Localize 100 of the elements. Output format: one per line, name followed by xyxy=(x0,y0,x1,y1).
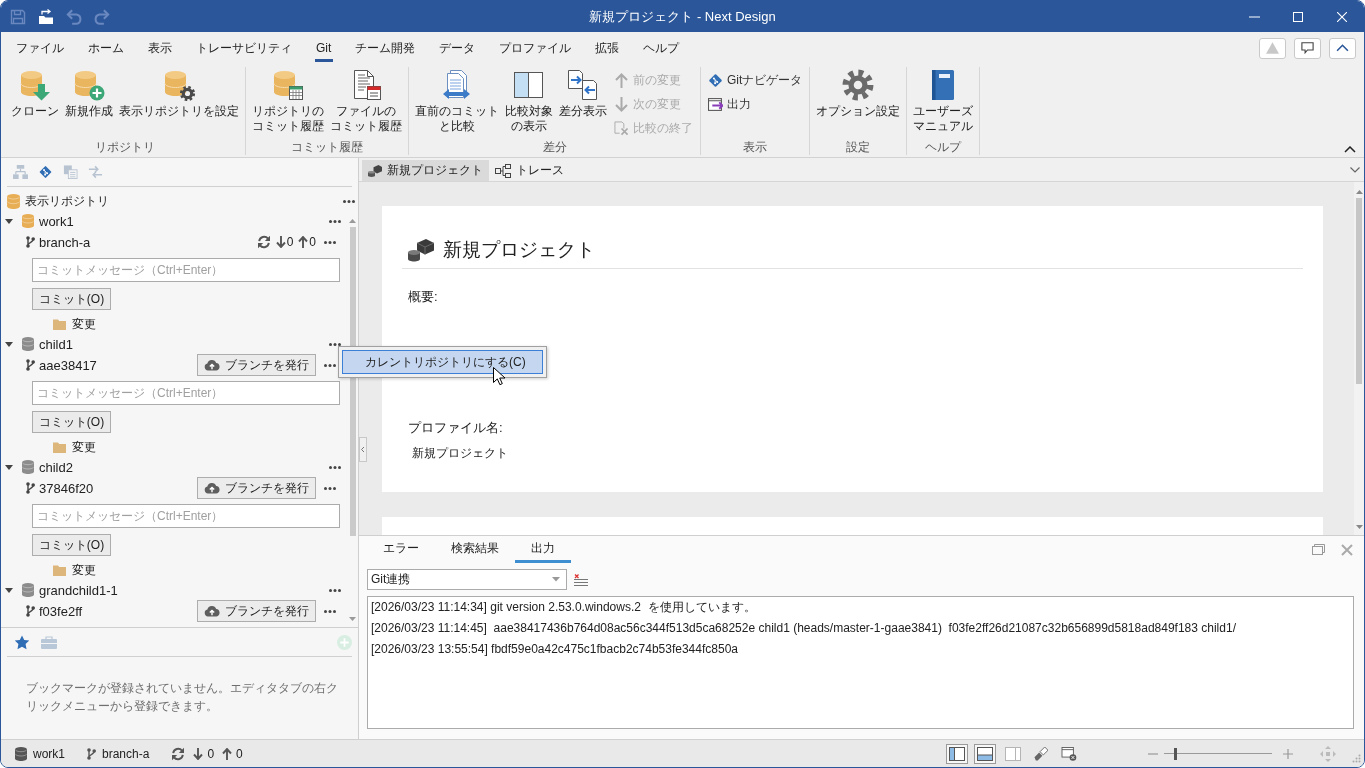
window-title: 新規プロジェクト - Next Design xyxy=(589,7,776,26)
log-line: [2026/03/23 11:14:34] git version 2.53.0.windows.2 を使用しています。 xyxy=(371,599,757,616)
commit-button[interactable]: コミット(O) xyxy=(32,288,111,310)
arrow-down-icon xyxy=(193,747,204,760)
publish-branch-button[interactable]: ブランチを発行 xyxy=(197,477,316,499)
resize-grip-icon[interactable] xyxy=(1352,754,1361,763)
scrollbar-thumb[interactable] xyxy=(1356,198,1362,384)
ribbon-button[interactable]: リポジトリのコミット履歴 xyxy=(249,67,327,134)
arrow-down-icon xyxy=(614,96,629,112)
panel-tab[interactable]: 検索結果 xyxy=(435,536,515,563)
zoom-slider-thumb[interactable] xyxy=(1173,747,1177,760)
arrow-down-icon xyxy=(275,236,286,248)
split-pane-icon xyxy=(513,69,545,101)
scroll-up-icon[interactable] xyxy=(349,219,356,223)
more-icon[interactable] xyxy=(329,219,341,223)
field-label: プロファイル名: xyxy=(408,419,504,436)
log-line: [2026/03/23 13:55:54] fbdf59e0a42c475c1fbacb2c74b53fe344fc850a xyxy=(371,641,739,658)
sync-icon[interactable] xyxy=(171,746,186,761)
menu-tab[interactable]: ホーム xyxy=(76,32,136,64)
commit-button[interactable]: コミット(O) xyxy=(32,411,111,433)
changes-node[interactable]: 変更 xyxy=(72,315,96,333)
commit-message-field[interactable]: コミットメッセージ（Ctrl+Enter） xyxy=(32,504,340,528)
feedback-button[interactable] xyxy=(1294,37,1321,59)
left-pane-layout-icon xyxy=(949,746,965,761)
panel-tab[interactable]: 出力 xyxy=(515,536,571,563)
repository-name[interactable]: work1 xyxy=(39,213,74,229)
scrollbar-thumb[interactable] xyxy=(349,227,356,536)
behind-count: 0 xyxy=(286,235,294,249)
commit-message-field[interactable]: コミットメッセージ（Ctrl+Enter） xyxy=(32,381,340,405)
changes-node[interactable]: 変更 xyxy=(72,438,96,456)
panel-tab[interactable]: エラー xyxy=(367,536,435,563)
branch-icon xyxy=(26,359,35,371)
more-icon[interactable] xyxy=(324,609,336,613)
branch-icon xyxy=(26,482,35,494)
ribbon-button[interactable]: クローン xyxy=(8,67,62,119)
commit-button[interactable]: コミット(O) xyxy=(32,534,111,556)
ribbon-button[interactable]: ファイルのコミット履歴 xyxy=(327,67,405,134)
restore-icon[interactable] xyxy=(1312,544,1325,555)
repository-name[interactable]: child1 xyxy=(39,336,73,352)
menu-tab[interactable]: ファイル xyxy=(4,32,76,64)
chevron-down-icon[interactable] xyxy=(1350,167,1360,173)
menu-tab[interactable]: Git xyxy=(304,32,344,64)
repository-name[interactable]: grandchild1-1 xyxy=(39,582,118,598)
maximize-icon[interactable] xyxy=(1293,11,1303,22)
expand-caret-icon[interactable] xyxy=(5,218,13,224)
ribbon-button[interactable]: オプション設定 xyxy=(813,67,904,119)
ribbon-button[interactable]: Gitナビゲータ xyxy=(704,68,807,92)
ribbon-button[interactable]: 出力 xyxy=(704,92,807,116)
ribbon-button[interactable]: ユーザーズマニュアル xyxy=(910,67,977,134)
eraser-icon xyxy=(1033,746,1049,761)
ribbon-group-label: ヘルプ xyxy=(924,140,963,155)
scroll-up-icon[interactable] xyxy=(1355,190,1363,194)
window-x-icon xyxy=(1061,746,1077,761)
more-icon[interactable] xyxy=(329,342,341,346)
source-dropdown[interactable]: Git連携 xyxy=(367,569,567,590)
minimize-icon[interactable] xyxy=(1248,15,1260,18)
changes-node[interactable]: 変更 xyxy=(72,561,96,579)
collapse-ribbon-button[interactable] xyxy=(1329,37,1356,59)
menu-tab[interactable]: データ xyxy=(427,32,488,64)
ribbon-group-label: コミット履歴 xyxy=(290,140,364,155)
more-icon[interactable] xyxy=(329,588,341,592)
star-icon[interactable] xyxy=(14,634,30,650)
layout-button[interactable] xyxy=(974,743,996,764)
expand-caret-icon[interactable] xyxy=(5,341,13,347)
more-icon[interactable] xyxy=(329,465,341,469)
folder-arrow-icon[interactable] xyxy=(38,8,54,25)
menu-tab[interactable]: 表示 xyxy=(136,32,184,64)
expand-caret-icon[interactable] xyxy=(5,464,13,470)
log-line: [2026/03/23 11:14:45] aae38417436b764d08ac56c344f513d5ca68252e child1 (heads/master-1-gaae3841) f03fe2ff26d21087c32b656899d5818ad849f183 child1/ xyxy=(371,620,1237,637)
layout-button[interactable] xyxy=(946,743,968,764)
more-icon[interactable] xyxy=(324,486,336,490)
ribbon-button[interactable]: 表示リポジトリを設定 xyxy=(116,67,242,119)
sync-icon[interactable] xyxy=(256,235,271,249)
commit-message-field[interactable]: コミットメッセージ（Ctrl+Enter） xyxy=(32,258,340,282)
more-icon[interactable] xyxy=(324,240,336,244)
publish-branch-button[interactable]: ブランチを発行 xyxy=(197,600,316,622)
publish-branch-button[interactable]: ブランチを発行 xyxy=(197,354,316,376)
more-icon[interactable] xyxy=(343,199,355,203)
editor-tab[interactable]: トレース xyxy=(489,160,570,181)
menu-item[interactable]: カレントリポジトリにする(C) xyxy=(342,350,543,374)
menu-tab[interactable]: チーム開発 xyxy=(343,32,428,64)
menu-tab[interactable]: プロファイル xyxy=(487,32,584,64)
chevron-up-icon[interactable] xyxy=(1344,146,1356,153)
repository-name[interactable]: child2 xyxy=(39,459,73,475)
collapse-panel-icon[interactable] xyxy=(359,437,367,462)
ribbon-button[interactable]: 比較対象の表示 xyxy=(502,67,556,134)
scroll-down-icon[interactable] xyxy=(349,617,356,621)
more-icon[interactable] xyxy=(324,363,336,367)
menu-tab[interactable]: トレーサビリティ xyxy=(184,32,304,64)
clear-list-icon[interactable] xyxy=(574,573,588,586)
branch-name: f03fe2ff xyxy=(39,603,83,619)
ribbon-button[interactable]: 差分表示 xyxy=(556,67,610,119)
expand-caret-icon[interactable] xyxy=(5,587,13,593)
blocks-icon xyxy=(407,238,435,262)
ribbon-button[interactable]: 直前のコミットと比較 xyxy=(412,67,502,134)
scroll-down-icon[interactable] xyxy=(1355,525,1363,529)
menu-tab[interactable]: 拡張 xyxy=(583,32,632,64)
editor-tab[interactable]: 新規プロジェクト xyxy=(362,160,489,181)
menu-tab[interactable]: ヘルプ xyxy=(631,32,692,64)
ribbon-button[interactable]: 新規作成 xyxy=(62,67,116,119)
